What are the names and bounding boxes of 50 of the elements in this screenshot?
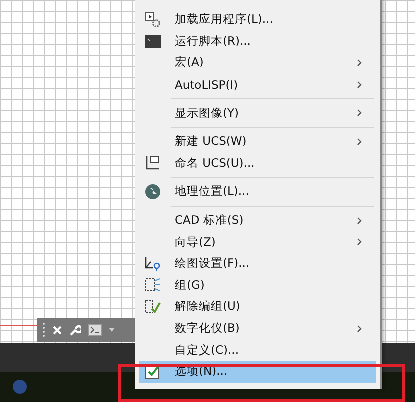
menu-item-label: 加载应用程序(L)...	[174, 12, 274, 28]
chevron-right-icon	[357, 238, 362, 246]
menu-item[interactable]: 绘图设置(F)...	[139, 252, 376, 275]
ungroup-icon	[145, 298, 161, 315]
menu-item[interactable]: 数字化仪(B)	[139, 318, 376, 340]
terminal-icon	[145, 34, 161, 48]
ucs-axes-icon	[145, 155, 161, 172]
chevron-right-icon	[357, 138, 362, 146]
menu-item[interactable]: 宏(A)	[139, 52, 376, 74]
chevron-right-icon	[357, 58, 362, 67]
menu-item-label: CAD 标准(S)	[174, 213, 245, 228]
menu-item-label: 数字化仪(B)	[174, 321, 241, 336]
menu-item[interactable]: 自定义(C)...	[139, 339, 376, 361]
menu-item[interactable]: 运行脚本(R)...	[139, 30, 376, 52]
chevron-right-icon	[357, 80, 362, 89]
menu-item[interactable]: CAD 标准(S)	[139, 210, 376, 232]
menu-item-label: 命名 UCS(U)...	[174, 156, 256, 171]
caret-icon[interactable]	[109, 328, 115, 332]
menu-item-label: 显示图像(Y)	[174, 106, 240, 121]
menu-item-label: 新建 UCS(W)	[174, 134, 248, 150]
globe-icon	[145, 184, 161, 200]
menu-item-label: 自定义(C)...	[174, 342, 240, 358]
menu-item[interactable]: 新建 UCS(W)	[139, 130, 376, 153]
menu-item-label: 绘图设置(F)...	[174, 256, 251, 272]
menu-item-label: 运行脚本(R)...	[174, 34, 252, 49]
grip-icon[interactable]	[42, 322, 46, 338]
menu-item[interactable]: 命名 UCS(U)...	[139, 152, 376, 174]
menu-item-label: 组(G)	[174, 278, 206, 293]
terminal-icon[interactable]	[88, 324, 102, 336]
drafting-settings-icon	[145, 256, 161, 272]
menu-item[interactable]: 向导(Z)	[139, 231, 376, 253]
menu-item[interactable]: 地理位置(L)...	[139, 181, 376, 203]
menu-item-label: AutoLISP(I)	[174, 78, 240, 92]
chevron-right-icon	[357, 324, 362, 333]
menu-item-label: 宏(A)	[174, 55, 205, 70]
menu-item[interactable]: 加载应用程序(L)...	[139, 9, 376, 31]
menu-item-label: 地理位置(L)...	[174, 184, 250, 200]
menu-item[interactable]: 解除编组(U)	[139, 296, 376, 318]
wrench-icon[interactable]	[69, 324, 81, 336]
chevron-right-icon	[357, 109, 362, 118]
menu-item-label: 解除编组(U)	[174, 299, 242, 314]
menu-item-label: 向导(Z)	[174, 234, 217, 250]
menu-item[interactable]: 组(G)	[139, 274, 376, 296]
menu-item[interactable]: 显示图像(Y)	[139, 102, 376, 124]
close-icon[interactable]	[53, 326, 62, 334]
chevron-right-icon	[357, 216, 362, 225]
menu-item[interactable]: AutoLISP(I)	[139, 74, 376, 96]
app-gear-icon	[145, 12, 161, 28]
axis-line	[0, 325, 40, 326]
group-icon	[145, 277, 161, 294]
